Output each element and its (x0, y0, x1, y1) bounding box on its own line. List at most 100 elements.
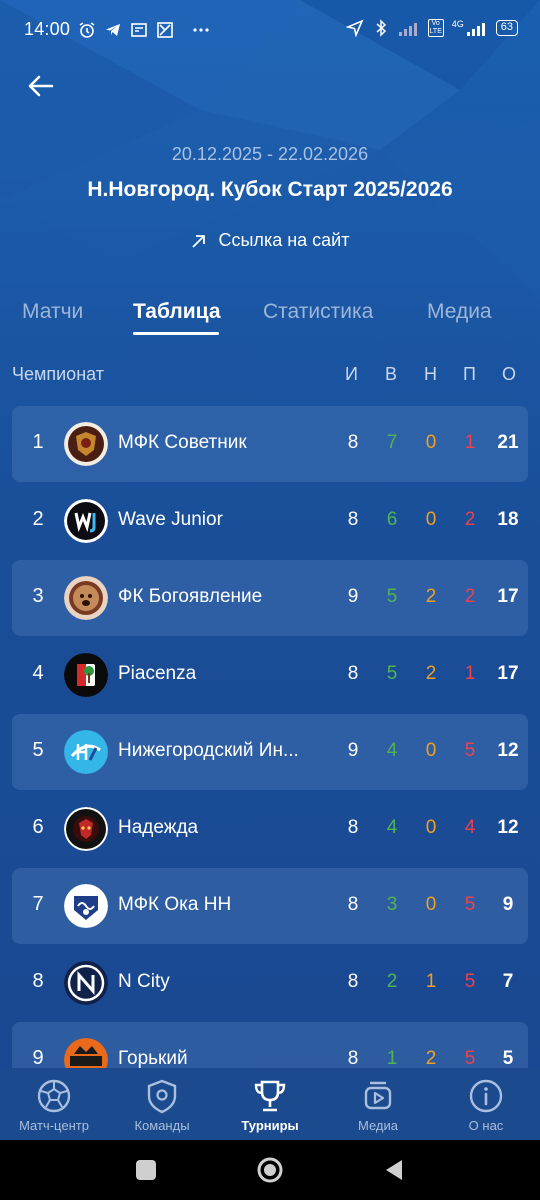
table-row[interactable]: 4 Piacenza 8 5 2 1 17 (12, 637, 528, 713)
nav-teams[interactable]: Команды (108, 1076, 216, 1133)
section-title: Чемпионат (12, 364, 104, 384)
table-row[interactable]: 3 ФК Богоявление 9 5 2 2 17 (12, 560, 528, 636)
nav-label: Команды (134, 1118, 190, 1133)
nav-label: Медиа (358, 1118, 398, 1133)
bluetooth-icon (376, 19, 386, 37)
tab-table[interactable]: Таблица (133, 300, 221, 324)
rank: 5 (32, 739, 44, 761)
news-icon (131, 22, 147, 37)
tab-media[interactable]: Медиа (427, 300, 492, 324)
drawn-value: 2 (425, 586, 437, 607)
lost-value: 1 (464, 432, 476, 453)
rank: 7 (32, 893, 44, 915)
column-played: И (345, 364, 358, 384)
tab-bar: Матчи Таблица Статистика Медиа (0, 296, 540, 340)
won-value: 4 (386, 817, 398, 838)
nav-match-center[interactable]: Матч-центр (0, 1076, 108, 1133)
tab-matches[interactable]: Матчи (22, 300, 83, 324)
lost-value: 1 (464, 663, 476, 684)
nav-media[interactable]: Медиа (324, 1076, 432, 1133)
nizhegorodsky-logo (64, 730, 108, 774)
table-header: Чемпионат И В Н П О (0, 364, 540, 390)
lost-value: 2 (464, 509, 476, 530)
team-name: ФК Богоявление (118, 586, 263, 607)
drawn-value: 2 (425, 1048, 437, 1069)
nav-label: О нас (468, 1118, 504, 1133)
back-button[interactable] (20, 66, 60, 106)
status-time: 14:00 (24, 19, 71, 39)
rank: 2 (32, 508, 44, 530)
active-tab-indicator (133, 332, 219, 335)
drawn-value: 0 (425, 740, 437, 761)
more-icon (193, 27, 209, 32)
points-value: 7 (502, 971, 514, 992)
rank: 3 (32, 585, 44, 607)
site-link[interactable]: Ссылка на сайт (0, 230, 540, 251)
lost-value: 4 (464, 817, 476, 838)
rank: 8 (32, 970, 44, 992)
oka-logo (64, 884, 108, 928)
won-value: 5 (386, 586, 398, 607)
played-value: 8 (347, 432, 359, 453)
battery-indicator: 63 (495, 20, 518, 36)
nav-about[interactable]: О нас (432, 1076, 540, 1133)
bogoyavlenie-logo (64, 576, 108, 620)
recent-apps-button[interactable] (130, 1154, 162, 1186)
table-row[interactable]: 7 МФК Ока НН 8 3 0 5 9 (12, 868, 528, 944)
nav-tournaments[interactable]: Турниры (216, 1076, 324, 1133)
points-value: 12 (497, 817, 519, 838)
media-play-icon (364, 1081, 392, 1110)
info-icon (469, 1079, 503, 1113)
played-value: 8 (347, 817, 359, 838)
points-value: 17 (497, 663, 519, 684)
won-value: 5 (386, 663, 398, 684)
team-name: Piacenza (118, 663, 197, 684)
back-nav-button[interactable] (378, 1154, 410, 1186)
drawn-value: 0 (425, 894, 437, 915)
status-right: Vo LTE 4G 63 (345, 19, 518, 37)
column-won: В (385, 364, 398, 384)
tournament-title: Н.Новгород. Кубок Старт 2025/2026 (87, 178, 453, 201)
played-value: 8 (347, 894, 359, 915)
status-left: 14:00 (24, 19, 210, 40)
home-button[interactable] (254, 1154, 286, 1186)
table-row[interactable]: 5 Нижегородский Ин... 9 4 0 5 12 (12, 714, 528, 790)
tab-statistics[interactable]: Статистика (263, 300, 373, 324)
won-value: 4 (386, 740, 398, 761)
rank: 4 (32, 662, 44, 684)
status-bar: 14:00 Vo LTE 4G 63 (0, 0, 540, 60)
team-name: Wave Junior (118, 509, 223, 530)
team-name: МФК Ока НН (118, 894, 232, 915)
table-row[interactable]: 1 МФК Советник 8 7 0 1 21 (12, 406, 528, 482)
lost-value: 5 (464, 740, 476, 761)
network-type: 4G (451, 19, 464, 29)
nadezhda-logo (64, 807, 108, 851)
telegram-icon (106, 23, 121, 36)
won-value: 6 (386, 509, 398, 530)
sovetnik-logo (64, 422, 108, 466)
drawn-value: 1 (425, 971, 437, 992)
drawn-value: 0 (425, 509, 437, 530)
lost-value: 5 (464, 1048, 476, 1069)
points-value: 9 (502, 894, 514, 915)
table-row[interactable]: 8 N City 8 2 1 5 7 (12, 945, 528, 1021)
rank: 9 (32, 1047, 44, 1069)
team-name: N City (118, 971, 170, 992)
team-name: Горький (118, 1048, 188, 1069)
tournament-dates: 20.12.2025 - 22.02.2026 (171, 144, 369, 164)
played-value: 8 (347, 663, 359, 684)
lost-value: 5 (464, 894, 476, 915)
table-row[interactable]: 2 Wave Junior 8 6 0 2 18 (12, 483, 528, 559)
rank: 6 (32, 816, 44, 838)
external-link-icon (191, 234, 205, 248)
points-value: 17 (497, 586, 519, 607)
rank: 1 (32, 431, 44, 453)
table-row[interactable]: 6 Надежда 8 4 0 4 12 (12, 791, 528, 867)
system-navigation-bar (0, 1140, 540, 1200)
signal-2-icon (466, 23, 485, 36)
location-icon (345, 19, 364, 37)
points-value: 21 (497, 432, 519, 453)
trophy-icon (254, 1080, 286, 1112)
site-link-label: Ссылка на сайт (218, 230, 350, 250)
points-value: 18 (497, 509, 519, 530)
